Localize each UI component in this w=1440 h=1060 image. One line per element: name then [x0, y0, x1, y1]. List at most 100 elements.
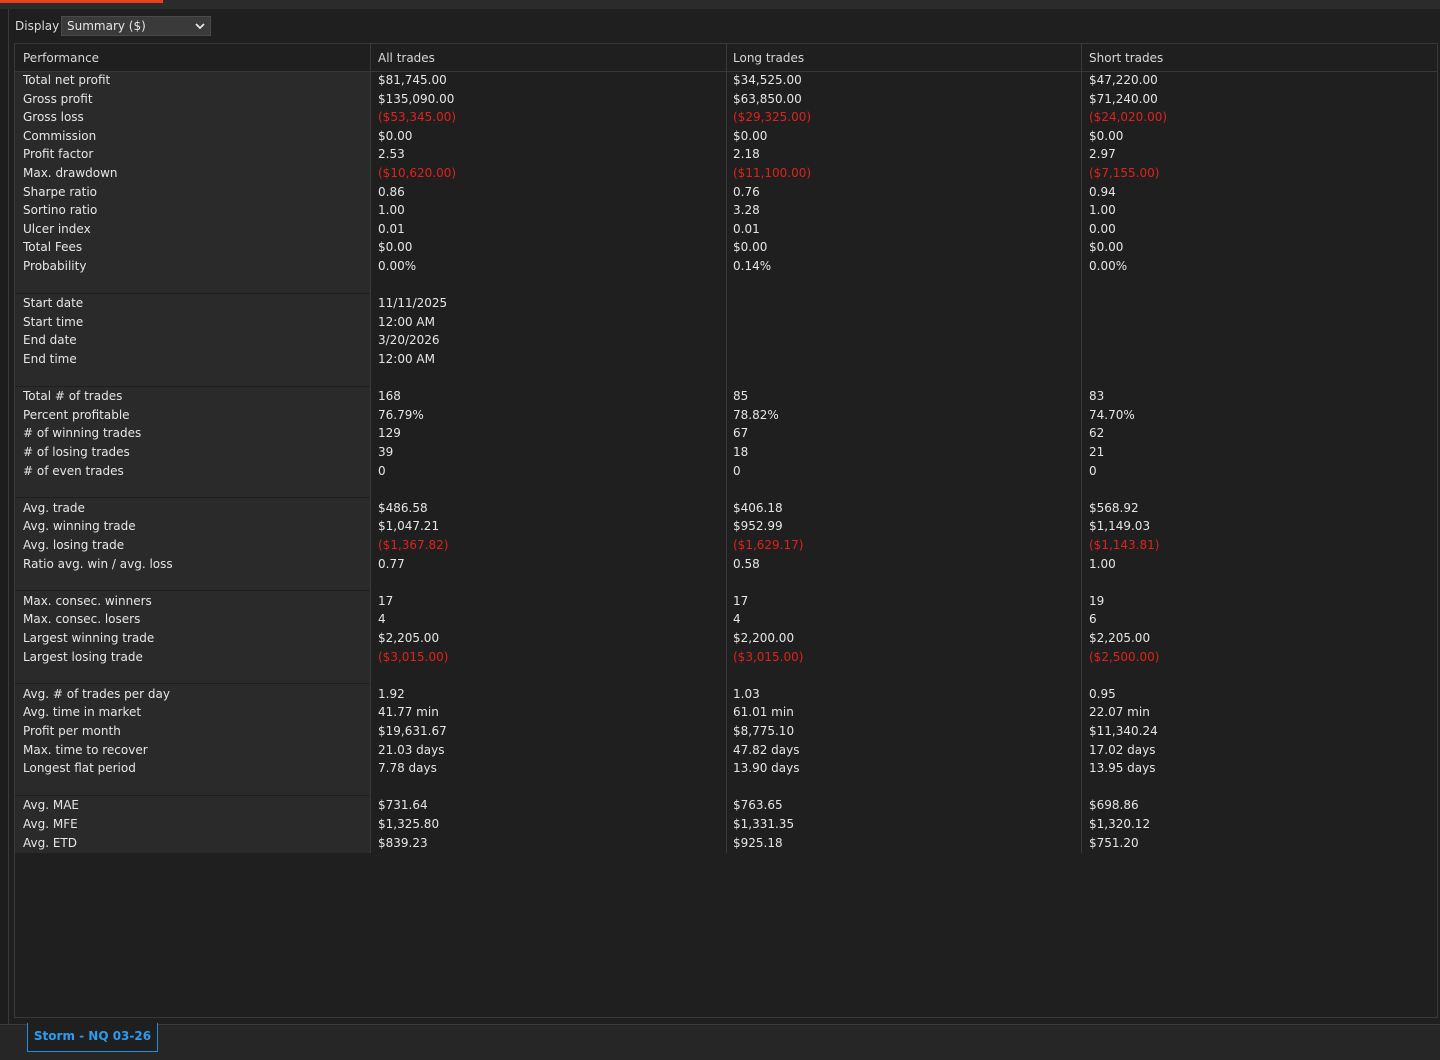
table-row[interactable]: Max. consec. winners 17 17 19 [15, 592, 1437, 610]
row-label: Sortino ratio [23, 203, 98, 218]
header-all-trades[interactable]: All trades [378, 51, 435, 65]
table-row[interactable]: Longest flat period 7.78 days 13.90 days 13… [15, 759, 1437, 777]
cell-short: 19 [1089, 593, 1105, 608]
cell-long: ($3,015.00) [733, 649, 804, 664]
cell-all: $0.00 [378, 128, 413, 143]
table-row[interactable]: Start time 12:00 AM [15, 313, 1437, 331]
row-label: Profit per month [23, 724, 121, 738]
cell-long: 67 [733, 426, 749, 441]
cell-all: 4 [378, 612, 386, 627]
table-row[interactable]: Gross loss ($53,345.00) ($29,325.00) ($24,0… [15, 108, 1437, 126]
display-label: Display [15, 19, 60, 33]
table-row[interactable]: Max. consec. losers 4 4 6 [15, 610, 1437, 628]
table-row[interactable]: Ratio avg. win / avg. loss 0.77 0.58 1.00 [15, 555, 1437, 573]
row-label: # of winning trades [23, 426, 142, 441]
cell-all: $839.23 [378, 835, 428, 850]
table-row[interactable]: End time 12:00 AM [15, 350, 1437, 368]
row-label: Commission [23, 128, 97, 143]
table-row[interactable]: # of even trades 0 0 0 [15, 462, 1437, 480]
table-row[interactable]: # of losing trades 39 18 21 [15, 443, 1437, 461]
cell-all: ($1,367.82) [378, 538, 449, 552]
row-label: Avg. ETD [23, 835, 78, 850]
table-row[interactable]: Max. drawdown ($10,620.00) ($11,100.00) ($7… [15, 164, 1437, 182]
cell-all: 7.78 days [378, 761, 437, 776]
table-row[interactable]: Sharpe ratio 0.86 0.76 0.94 [15, 183, 1437, 201]
row-label: Avg. MAE [23, 798, 79, 813]
table-row[interactable]: Largest winning trade $2,205.00 $2,200.00 $… [15, 629, 1437, 647]
table-row[interactable]: Probability 0.00% 0.14% 0.00% [15, 257, 1437, 275]
cell-all: 3/20/2026 [378, 333, 440, 348]
cell-short: 0.00 [1089, 221, 1116, 236]
row-label: # of losing trades [23, 445, 130, 459]
table-row[interactable]: Total net profit $81,745.00 $34,525.00 $47,… [15, 71, 1437, 89]
row-label: Sharpe ratio [23, 184, 97, 199]
table-row[interactable]: # of winning trades 129 67 62 [15, 424, 1437, 442]
table-row[interactable]: Avg. ETD $839.23 $925.18 $751.20 [15, 834, 1437, 852]
table-row[interactable]: Profit per month $19,631.67 $8,775.10 $11,3… [15, 722, 1437, 740]
table-row[interactable]: Commission $0.00 $0.00 $0.00 [15, 127, 1437, 145]
header-performance[interactable]: Performance [23, 51, 99, 65]
cell-long: 0.14% [733, 259, 772, 273]
table-row[interactable]: Largest losing trade ($3,015.00) ($3,015.0… [15, 648, 1437, 666]
cell-long: 0 [733, 463, 741, 478]
row-label: End date [23, 333, 77, 348]
cell-long: $952.99 [733, 519, 783, 534]
cell-short: ($7,155.00) [1089, 166, 1160, 180]
cell-all: 41.77 min [378, 705, 439, 720]
cell-all: 39 [378, 445, 394, 459]
table-row[interactable]: Avg. MAE $731.64 $763.65 $698.86 [15, 796, 1437, 814]
table-row[interactable]: Profit factor 2.53 2.18 2.97 [15, 145, 1437, 163]
tab-strategy[interactable]: Storm - NQ 03-26 [27, 1023, 158, 1052]
cell-all: 1.00 [378, 203, 405, 218]
table-row[interactable]: Gross profit $135,090.00 $63,850.00 $71,240… [15, 90, 1437, 108]
cell-all: 12:00 AM [378, 314, 435, 329]
cell-short: ($24,020.00) [1089, 110, 1168, 125]
cell-long: 2.18 [733, 147, 760, 162]
table-row[interactable]: Max. time to recover 21.03 days 47.82 days… [15, 741, 1437, 759]
table-row[interactable]: Avg. # of trades per day 1.92 1.03 0.95 [15, 685, 1437, 703]
cell-short: $751.20 [1089, 835, 1139, 850]
row-label: Max. time to recover [23, 742, 148, 757]
cell-short: $0.00 [1089, 128, 1124, 143]
cell-long: 3.28 [733, 203, 760, 218]
table-row[interactable]: Avg. MFE $1,325.80 $1,331.35 $1,320.12 [15, 815, 1437, 833]
cell-long: 13.90 days [733, 761, 800, 776]
chevron-down-icon [195, 23, 205, 30]
cell-all: 2.53 [378, 147, 405, 162]
table-row[interactable]: End date 3/20/2026 [15, 331, 1437, 349]
cell-long: 1.03 [733, 686, 760, 701]
table-row[interactable]: Avg. winning trade $1,047.21 $952.99 $1,149… [15, 517, 1437, 535]
table-row[interactable]: Avg. trade $486.58 $406.18 $568.92 [15, 499, 1437, 517]
table-row[interactable]: Avg. time in market 41.77 min 61.01 min 22.… [15, 703, 1437, 721]
cell-long: ($29,325.00) [733, 110, 812, 125]
row-label: Gross loss [23, 110, 84, 125]
cell-all: 21.03 days [378, 742, 445, 757]
header-long-trades[interactable]: Long trades [733, 51, 804, 65]
cell-long: ($11,100.00) [733, 166, 812, 180]
row-label: Gross profit [23, 91, 93, 106]
cell-all: $731.64 [378, 798, 428, 813]
table-row[interactable]: Sortino ratio 1.00 3.28 1.00 [15, 201, 1437, 219]
row-label: Avg. # of trades per day [23, 686, 170, 701]
table-row[interactable]: Total Fees $0.00 $0.00 $0.00 [15, 238, 1437, 256]
toolbar: Display Summary ($) [9, 9, 1440, 43]
table-row[interactable]: Total # of trades 168 85 83 [15, 387, 1437, 405]
cell-short: ($1,143.81) [1089, 538, 1160, 552]
row-label: Profit factor [23, 147, 94, 162]
cell-long: 17 [733, 593, 749, 608]
table-row[interactable]: Avg. losing trade ($1,367.82) ($1,629.17) (… [15, 536, 1437, 554]
cell-all: $81,745.00 [378, 73, 447, 87]
cell-all: $19,631.67 [378, 724, 447, 738]
display-select[interactable]: Summary ($) [61, 16, 211, 36]
cell-short: $0.00 [1089, 240, 1124, 255]
table-row[interactable]: Ulcer index 0.01 0.01 0.00 [15, 220, 1437, 238]
cell-long: 4 [733, 612, 741, 627]
cell-short: 74.70% [1089, 407, 1135, 422]
table-row[interactable]: Percent profitable 76.79% 78.82% 74.70% [15, 406, 1437, 424]
table-row[interactable]: Start date 11/11/2025 [15, 294, 1437, 312]
row-label: Total net profit [23, 73, 111, 87]
row-label: Max. drawdown [23, 166, 118, 180]
row-label: Largest winning trade [23, 631, 155, 645]
cell-long: 47.82 days [733, 742, 800, 757]
header-short-trades[interactable]: Short trades [1089, 51, 1163, 65]
